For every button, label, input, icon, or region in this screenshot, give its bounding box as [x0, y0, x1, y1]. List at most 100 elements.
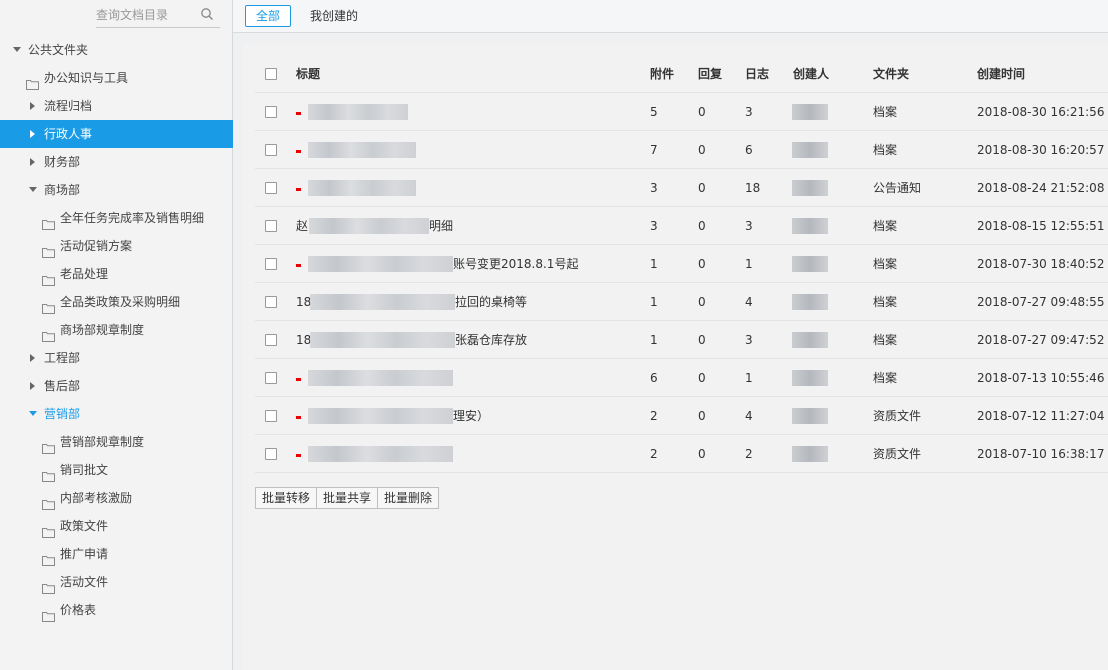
row-replies: 0	[698, 447, 706, 461]
col-replies[interactable]: 回复	[698, 55, 722, 93]
folder-icon	[42, 324, 55, 342]
tree-node[interactable]: 行政人事	[0, 120, 233, 148]
col-folder[interactable]: 文件夹	[873, 55, 909, 93]
row-title-suffix[interactable]: 明细	[429, 207, 453, 245]
caret-right-icon[interactable]	[28, 372, 38, 400]
row-checkbox[interactable]	[265, 144, 277, 156]
table-row[interactable]: 理安） 2 0 4 资质文件 2018-07-12 11:27:04	[255, 397, 1108, 435]
tab-created-by-me[interactable]: 我创建的	[299, 5, 369, 27]
tree-node[interactable]: 全年任务完成率及销售明细	[0, 204, 233, 232]
folder-icon	[42, 464, 55, 482]
table-row[interactable]: 7 0 6 档案 2018-08-30 16:20:57	[255, 131, 1108, 169]
caret-right-icon[interactable]	[28, 92, 38, 120]
tree-node[interactable]: 商场部规章制度	[0, 316, 233, 344]
select-all-checkbox[interactable]	[265, 68, 277, 80]
row-checkbox[interactable]	[265, 334, 277, 346]
row-title-prefix[interactable]: 赵	[296, 207, 308, 245]
caret-right-icon[interactable]	[28, 120, 38, 148]
row-logs: 18	[745, 181, 761, 195]
redacted-title	[310, 294, 455, 310]
row-replies: 0	[698, 219, 706, 233]
row-logs: 1	[745, 371, 753, 385]
search-icon[interactable]	[200, 7, 214, 21]
top-bar: 全部 我创建的	[233, 0, 1108, 33]
folder-icon	[42, 520, 55, 538]
bulk-share-button[interactable]: 批量共享	[316, 487, 379, 509]
tree-node[interactable]: 活动文件	[0, 568, 233, 596]
row-checkbox[interactable]	[265, 372, 277, 384]
caret-down-icon[interactable]	[28, 176, 38, 204]
bulk-actions: 批量转移 批量共享 批量删除	[255, 487, 440, 509]
tree-node[interactable]: 售后部	[0, 372, 233, 400]
row-logs: 4	[745, 409, 753, 423]
table-row[interactable]: 3 0 18 公告通知 2018-08-24 21:52:08	[255, 169, 1108, 207]
bulk-move-button[interactable]: 批量转移	[255, 487, 318, 509]
row-replies: 0	[698, 371, 706, 385]
table-row[interactable]: 账号变更2018.8.1号起 1 0 1 档案 2018-07-30 18:40:52	[255, 245, 1108, 283]
row-folder: 档案	[873, 295, 898, 309]
tree-node[interactable]: 流程归档	[0, 92, 233, 120]
caret-right-icon[interactable]	[28, 344, 38, 372]
redacted-creator	[792, 218, 828, 234]
tree-node[interactable]: 营销部	[0, 400, 233, 428]
tree-node[interactable]: 商场部	[0, 176, 233, 204]
row-checkbox[interactable]	[265, 258, 277, 270]
redacted-creator	[792, 332, 828, 348]
row-folder: 档案	[873, 333, 898, 347]
tree-node[interactable]: 价格表	[0, 596, 233, 624]
tree-node[interactable]: 销司批文	[0, 456, 233, 484]
tree-node-label: 办公知识与工具	[44, 71, 129, 85]
table-row[interactable]: 6 0 1 档案 2018-07-13 10:55:46	[255, 359, 1108, 397]
row-title-suffix[interactable]: 账号变更2018.8.1号起	[453, 245, 578, 283]
table-row[interactable]: 18 张磊仓库存放 1 0 3 档案 2018-07-27 09:47:52	[255, 321, 1108, 359]
row-checkbox[interactable]	[265, 106, 277, 118]
tree-node[interactable]: 办公知识与工具	[0, 64, 233, 92]
col-created-time[interactable]: 创建时间	[977, 55, 1025, 93]
row-checkbox[interactable]	[265, 220, 277, 232]
row-replies: 0	[698, 181, 706, 195]
table-row[interactable]: 5 0 3 档案 2018-08-30 16:21:56	[255, 93, 1108, 131]
caret-down-icon[interactable]	[12, 36, 22, 64]
row-logs: 3	[745, 105, 753, 119]
col-title[interactable]: 标题	[296, 55, 320, 93]
row-title-suffix[interactable]: 张磊仓库存放	[455, 321, 527, 359]
tree-node[interactable]: 推广申请	[0, 540, 233, 568]
tree-node[interactable]: 全品类政策及采购明细	[0, 288, 233, 316]
tree-node[interactable]: 工程部	[0, 344, 233, 372]
caret-right-icon[interactable]	[28, 148, 38, 176]
col-creator[interactable]: 创建人	[793, 55, 829, 93]
tree-node[interactable]: 老品处理	[0, 260, 233, 288]
tree-node[interactable]: 内部考核激励	[0, 484, 233, 512]
table-row[interactable]: 18 拉回的桌椅等 1 0 4 档案 2018-07-27 09:48:55	[255, 283, 1108, 321]
row-attachments: 3	[650, 219, 658, 233]
table-row[interactable]: 2 0 2 资质文件 2018-07-10 16:38:17	[255, 435, 1108, 473]
col-logs[interactable]: 日志	[745, 55, 769, 93]
redacted-title	[309, 218, 429, 234]
document-panel: 标题 附件 回复 日志 创建人 文件夹 创建时间 5 0 3 档案 2018-08-30…	[243, 43, 1108, 670]
table-row[interactable]: 赵 明细 3 0 3 档案 2018-08-15 12:55:51	[255, 207, 1108, 245]
tree-node[interactable]: 活动促销方案	[0, 232, 233, 260]
row-title-suffix[interactable]: 拉回的桌椅等	[455, 283, 527, 321]
row-checkbox[interactable]	[265, 182, 277, 194]
row-title-prefix[interactable]: 18	[296, 283, 311, 321]
col-attachments[interactable]: 附件	[650, 55, 674, 93]
row-created-time: 2018-08-15 12:55:51	[977, 219, 1105, 233]
row-title-prefix[interactable]: 18	[296, 321, 311, 359]
row-title-suffix[interactable]: 理安）	[453, 397, 489, 435]
sidebar: 公共文件夹办公知识与工具流程归档行政人事财务部商场部全年任务完成率及销售明细活动…	[0, 0, 233, 670]
tree-node-label: 政策文件	[60, 519, 109, 533]
tree-node-label: 行政人事	[44, 127, 93, 141]
row-checkbox[interactable]	[265, 410, 277, 422]
caret-down-icon[interactable]	[28, 400, 38, 428]
bulk-delete-button[interactable]: 批量删除	[377, 487, 440, 509]
tree-node[interactable]: 公共文件夹	[0, 36, 233, 64]
tree-node[interactable]: 政策文件	[0, 512, 233, 540]
tab-all[interactable]: 全部	[245, 5, 292, 27]
row-checkbox[interactable]	[265, 296, 277, 308]
tree-node[interactable]: 财务部	[0, 148, 233, 176]
row-checkbox[interactable]	[265, 448, 277, 460]
row-replies: 0	[698, 333, 706, 347]
tree-node[interactable]: 营销部规章制度	[0, 428, 233, 456]
tree-node-label: 价格表	[60, 603, 97, 617]
search-input[interactable]	[96, 4, 196, 26]
